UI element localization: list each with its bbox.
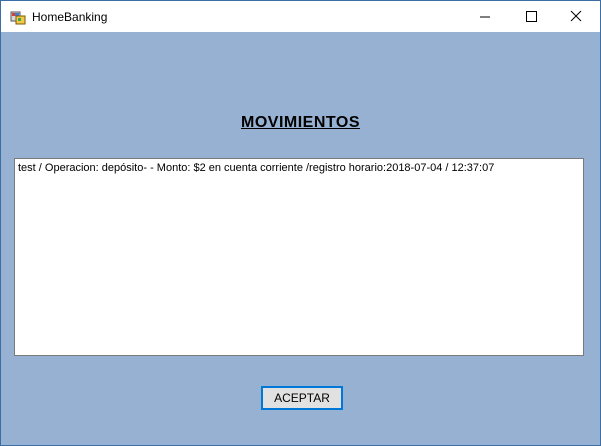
form-client-area: MOVIMIENTOS test / Operacion: depósito- … <box>1 32 600 445</box>
accept-button[interactable]: ACEPTAR <box>261 386 343 410</box>
maximize-button[interactable] <box>508 1 554 32</box>
list-item[interactable]: test / Operacion: depósito- - Monto: $2 … <box>18 161 494 175</box>
app-window: HomeBanking MOVIMIENTOS test / Operacion… <box>0 0 601 446</box>
minimize-icon <box>480 16 490 18</box>
movements-listbox[interactable]: test / Operacion: depósito- - Monto: $2 … <box>14 158 584 356</box>
title-bar[interactable]: HomeBanking <box>1 1 600 32</box>
window-title: HomeBanking <box>32 10 108 24</box>
page-title: MOVIMIENTOS <box>241 114 360 131</box>
minimize-button[interactable] <box>462 1 508 32</box>
maximize-icon <box>526 11 537 22</box>
app-icon <box>10 9 26 25</box>
close-icon <box>570 10 582 22</box>
close-button[interactable] <box>554 1 600 32</box>
